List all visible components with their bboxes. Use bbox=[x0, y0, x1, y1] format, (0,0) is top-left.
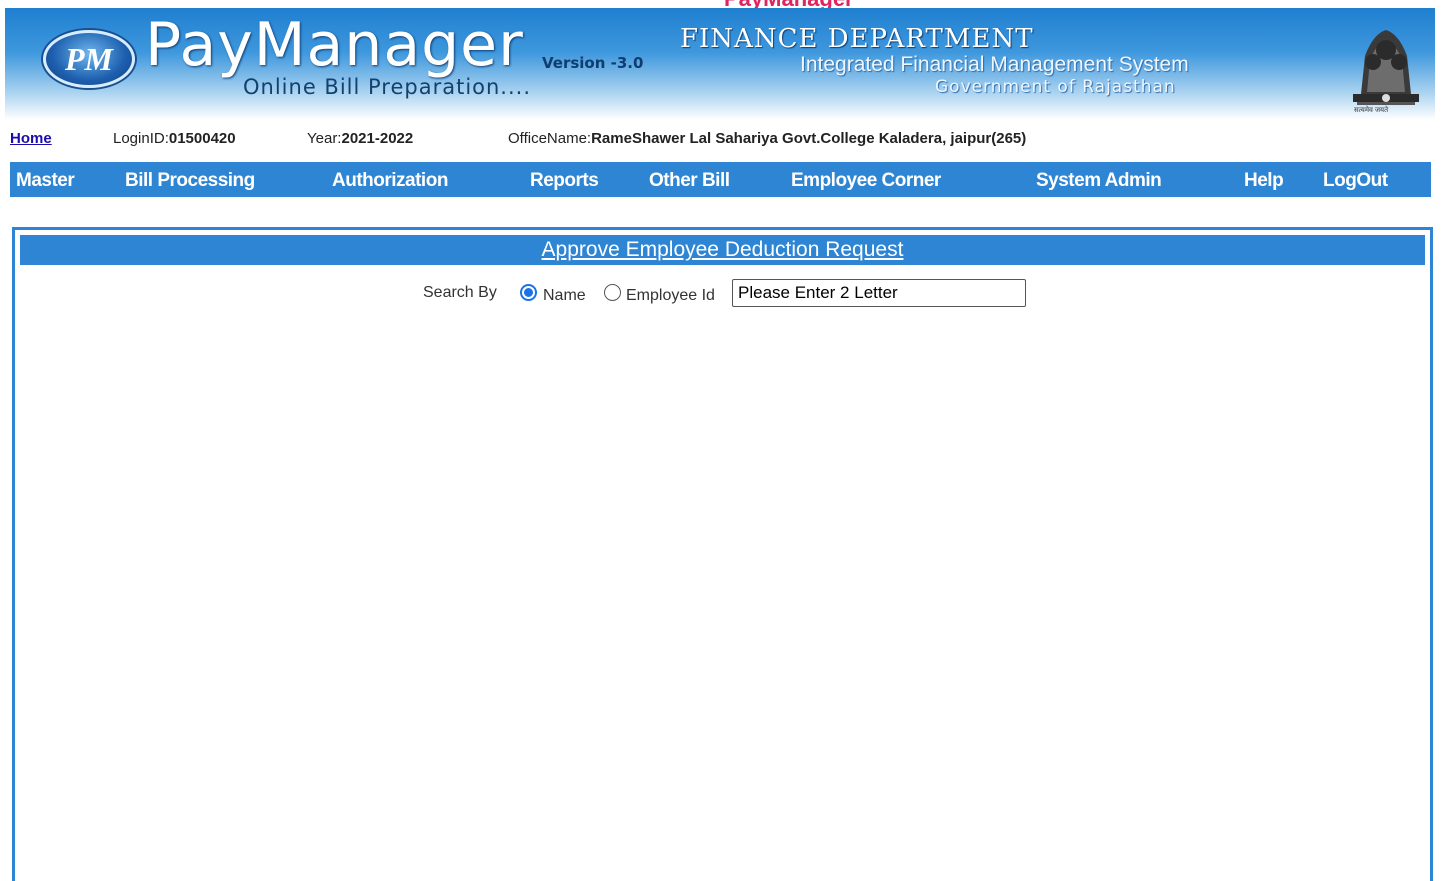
menu-reports[interactable]: Reports bbox=[530, 170, 599, 192]
search-input[interactable] bbox=[732, 279, 1026, 307]
deduction-request-panel: Approve Employee Deduction Request Searc… bbox=[12, 227, 1433, 881]
employee-id-radio[interactable] bbox=[604, 284, 621, 301]
national-emblem-icon bbox=[1353, 30, 1419, 105]
name-radio-label[interactable]: Name bbox=[543, 287, 586, 305]
login-id-value: 01500420 bbox=[168, 130, 236, 147]
top-strip: PayManager bbox=[640, 0, 870, 8]
version-label: Version -3.0 bbox=[542, 54, 644, 72]
emblem-caption: सत्यमेव जयते bbox=[1354, 107, 1389, 114]
search-by-label: Search By bbox=[423, 284, 497, 301]
search-row: Search By Name Employee Id bbox=[421, 277, 1041, 307]
year-value: 2021-2022 bbox=[341, 130, 414, 147]
logo-letters: PM bbox=[65, 41, 113, 77]
home-link[interactable]: Home bbox=[10, 130, 52, 147]
login-id: LoginID:01500420 bbox=[113, 130, 236, 147]
menu-help[interactable]: Help bbox=[1244, 170, 1284, 192]
panel-title-bar: Approve Employee Deduction Request bbox=[20, 235, 1425, 265]
brand-title: PayManager bbox=[145, 10, 524, 80]
department-title: FINANCE DEPARTMENT bbox=[680, 24, 1034, 54]
office-label: OfficeName: bbox=[508, 130, 592, 147]
office-name: OfficeName:RameShawer Lal Sahariya Govt.… bbox=[508, 130, 1026, 147]
tagline: Online Bill Preparation.... bbox=[243, 75, 532, 99]
login-id-label: LoginID: bbox=[113, 130, 169, 147]
name-radio[interactable] bbox=[520, 284, 537, 301]
financial-year: Year:2021-2022 bbox=[307, 130, 413, 147]
top-strip-text: PayManager bbox=[724, 0, 854, 8]
year-label: Year: bbox=[307, 130, 342, 147]
menu-master[interactable]: Master bbox=[16, 170, 75, 192]
session-info-row: Home LoginID:01500420 Year:2021-2022 Off… bbox=[10, 130, 1430, 150]
menu-system-admin[interactable]: System Admin bbox=[1036, 170, 1162, 192]
menu-bill-processing[interactable]: Bill Processing bbox=[125, 170, 255, 192]
government-name: Government of Rajasthan bbox=[935, 77, 1176, 97]
menu-employee-corner[interactable]: Employee Corner bbox=[791, 170, 941, 192]
menu-other-bill[interactable]: Other Bill bbox=[649, 170, 730, 192]
menu-authorization[interactable]: Authorization bbox=[332, 170, 448, 192]
main-menu-bar: Master Bill Processing Authorization Rep… bbox=[10, 162, 1431, 197]
system-name: Integrated Financial Management System bbox=[800, 53, 1189, 76]
paymanager-logo: PM bbox=[43, 30, 135, 88]
employee-id-radio-label[interactable]: Employee Id bbox=[626, 287, 715, 305]
panel-title: Approve Employee Deduction Request bbox=[541, 238, 904, 261]
office-value: RameShawer Lal Sahariya Govt.College Kal… bbox=[591, 130, 1027, 147]
menu-logout[interactable]: LogOut bbox=[1323, 170, 1388, 192]
header-banner: PM PayManager Version -3.0 Online Bill P… bbox=[5, 8, 1435, 120]
